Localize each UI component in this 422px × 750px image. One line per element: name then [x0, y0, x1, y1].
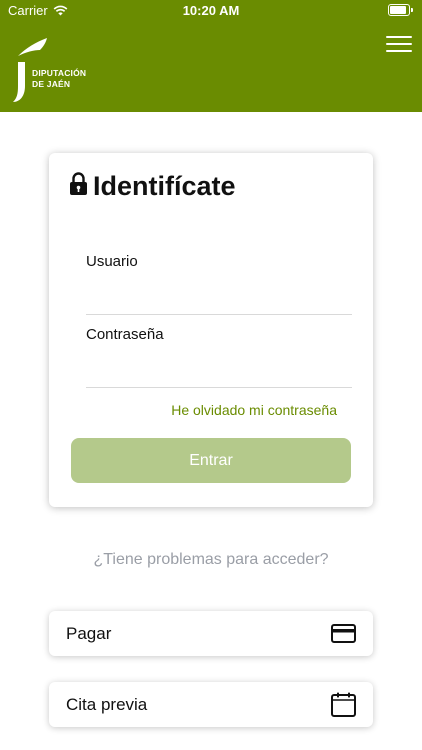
username-label: Usuario — [86, 253, 138, 270]
app-header: Carrier 10:20 AM DIPUTACIÓN DE JAÉN — [0, 0, 422, 112]
calendar-icon — [331, 692, 356, 717]
diputacion-logo: DIPUTACIÓN DE JAÉN — [10, 36, 130, 104]
appointment-label: Cita previa — [66, 695, 148, 714]
pay-label: Pagar — [66, 624, 112, 643]
login-card: Identifícate Usuario Contraseña He olvid… — [49, 153, 373, 507]
password-input[interactable] — [86, 360, 352, 388]
password-label: Contraseña — [86, 326, 164, 343]
credit-card-icon — [331, 624, 356, 643]
logo-line-1: DIPUTACIÓN — [32, 68, 87, 78]
status-bar: Carrier 10:20 AM — [0, 0, 422, 22]
status-time: 10:20 AM — [182, 3, 240, 18]
logo-text: DIPUTACIÓN DE JAÉN — [32, 68, 86, 90]
login-title: Identifícate — [93, 171, 236, 201]
lock-icon — [70, 172, 87, 195]
appointment-card[interactable]: Cita previa — [49, 682, 373, 727]
pay-card[interactable]: Pagar — [49, 611, 373, 656]
access-help-link[interactable]: ¿Tiene problemas para acceder? — [0, 551, 422, 569]
battery-icon — [388, 4, 414, 16]
username-input[interactable] — [86, 287, 352, 315]
logo-line-2: DE JAÉN — [32, 79, 71, 89]
login-submit-button[interactable]: Entrar — [71, 438, 351, 483]
hamburger-menu-icon[interactable] — [386, 36, 412, 54]
forgot-password-link[interactable]: He olvidado mi contraseña — [171, 402, 337, 418]
